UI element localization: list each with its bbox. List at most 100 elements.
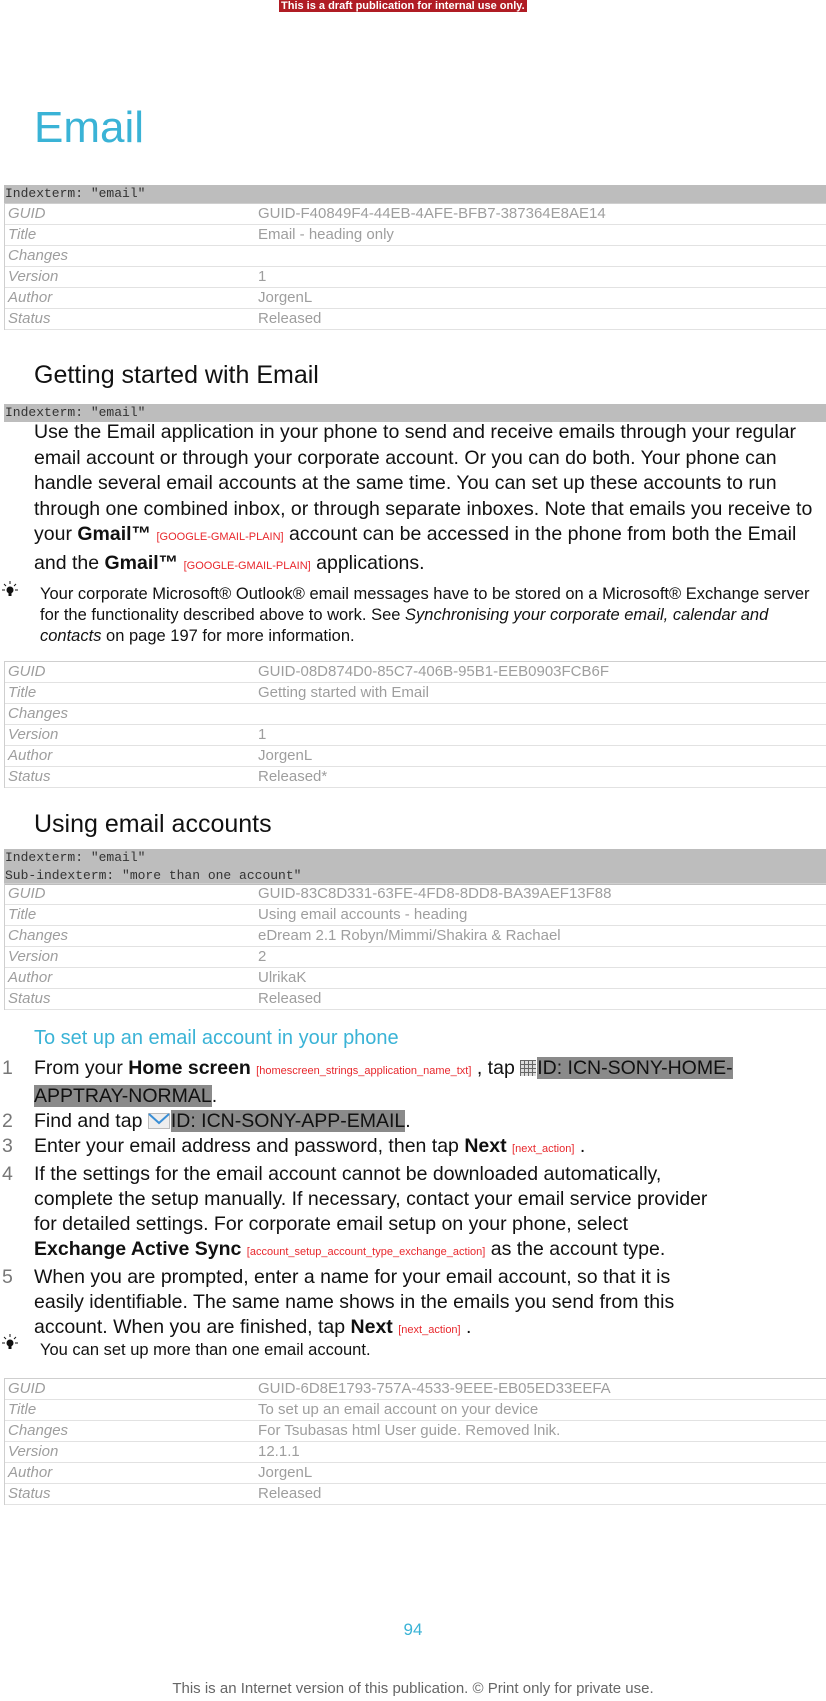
text: From your <box>34 1057 129 1079</box>
index-term: Indexterm: "email" <box>5 186 146 201</box>
meta-key: GUID <box>8 663 46 680</box>
meta-value: Released <box>258 1485 322 1502</box>
draft-banner: This is a draft publication for internal… <box>279 0 527 12</box>
meta-key: Title <box>8 226 37 243</box>
text: on page 197 for more information. <box>101 627 355 645</box>
icon-id-placeholder: ID: ICN-SONY-APP-EMAIL <box>170 1110 406 1132</box>
meta-row: Author JorgenL <box>5 288 826 309</box>
meta-row: Status Released <box>5 1484 826 1505</box>
footer-notice: This is an Internet version of this publ… <box>172 1680 654 1697</box>
meta-row: Author JorgenL <box>5 746 826 767</box>
metadata-table: GUID GUID-6D8E1793-757A-4533-9EEE-EB05ED3… <box>4 1378 826 1505</box>
meta-value: eDream 2.1 Robyn/Mimmi/Shakira & Rachael <box>258 927 561 944</box>
meta-row: Version 2 <box>5 947 826 968</box>
meta-value: 1 <box>258 726 267 743</box>
meta-key: Status <box>8 1485 51 1502</box>
meta-value: GUID-83C8D331-63FE-4FD8-8DD8-BA39AEF13F8… <box>258 885 612 902</box>
meta-key: Changes <box>8 705 69 722</box>
string-tag: [homescreen_strings_application_name_txt… <box>256 1065 472 1077</box>
meta-key: Author <box>8 1464 53 1481</box>
page-title: Email <box>34 103 145 152</box>
meta-row: Version 1 <box>5 267 826 288</box>
meta-value: 12.1.1 <box>258 1443 300 1460</box>
procedure-heading: To set up an email account in your phone <box>34 1027 399 1049</box>
meta-key: Author <box>8 289 53 306</box>
meta-key: Status <box>8 310 51 327</box>
meta-value: Released* <box>258 768 328 785</box>
meta-value: UlrikaK <box>258 969 307 986</box>
step-item: 2 Find and tap ID: ICN-SONY-APP-EMAIL. <box>0 1109 822 1134</box>
text: . <box>460 1316 472 1338</box>
string-tag: [next_action] <box>512 1143 575 1155</box>
step-number: 2 <box>2 1110 13 1132</box>
index-terms: Indexterm: "email" <box>4 185 826 203</box>
meta-key: GUID <box>8 885 46 902</box>
section-heading: Getting started with Email <box>34 361 319 389</box>
index-terms: Indexterm: "email" Sub-indexterm: "more … <box>4 849 826 885</box>
text: as the account type. <box>485 1238 666 1260</box>
meta-row: Changes <box>5 246 826 267</box>
meta-key: Title <box>8 1401 37 1418</box>
index-term: Indexterm: "email" <box>5 850 146 865</box>
meta-value: For Tsubasas html User guide. Removed ln… <box>258 1422 561 1439</box>
text: , tap <box>471 1057 521 1079</box>
meta-key: Version <box>8 948 59 965</box>
meta-row: GUID GUID-08D874D0-85C7-406B-95B1-EEB0903… <box>5 661 826 683</box>
step-number: 3 <box>2 1135 13 1157</box>
meta-row: Version 12.1.1 <box>5 1442 826 1463</box>
meta-value: Email - heading only <box>258 226 394 243</box>
app-tray-grid-icon <box>520 1060 537 1076</box>
ui-term: Next <box>464 1135 507 1157</box>
meta-key: Changes <box>8 927 69 944</box>
body-paragraph: Use the Email application in your phone … <box>34 420 822 579</box>
meta-value: 2 <box>258 948 267 965</box>
gmail-term: Gmail™ <box>77 523 152 545</box>
gmail-term: Gmail™ <box>104 551 179 574</box>
string-tag: [next_action] <box>398 1324 461 1336</box>
meta-row: Title Getting started with Email <box>5 683 826 704</box>
meta-row: GUID GUID-83C8D331-63FE-4FD8-8DD8-BA39AEF… <box>5 883 826 905</box>
step-number: 5 <box>2 1266 13 1288</box>
step-item: 3 Enter your email address and password,… <box>0 1134 822 1162</box>
meta-value: GUID-08D874D0-85C7-406B-95B1-EEB0903FCB6… <box>258 663 610 680</box>
meta-row: Author UlrikaK <box>5 968 826 989</box>
step-item: 5 When you are prompted, enter a name fo… <box>0 1265 822 1343</box>
meta-value: JorgenL <box>258 289 313 306</box>
meta-row: Changes For Tsubasas html User guide. Rem… <box>5 1421 826 1442</box>
meta-key: Version <box>8 268 59 285</box>
meta-value: GUID-F40849F4-44EB-4AFE-BFB7-387364E8AE1… <box>258 205 606 222</box>
meta-row: GUID GUID-F40849F4-44EB-4AFE-BFB7-387364E… <box>5 203 826 225</box>
text: Find and tap <box>34 1110 148 1132</box>
meta-row: Title To set up an email account on your … <box>5 1400 826 1421</box>
meta-key: Title <box>8 684 37 701</box>
meta-value: To set up an email account on your devic… <box>258 1401 539 1418</box>
text: If the settings for the email account ca… <box>34 1163 708 1235</box>
meta-row: Status Released* <box>5 767 826 788</box>
meta-key: GUID <box>8 1380 46 1397</box>
meta-value: Released <box>258 990 322 1007</box>
ui-term: Next <box>350 1316 393 1338</box>
metadata-table: GUID GUID-83C8D331-63FE-4FD8-8DD8-BA39AEF… <box>4 883 826 1010</box>
step-number: 4 <box>2 1163 13 1185</box>
meta-key: Version <box>8 1443 59 1460</box>
meta-value: 1 <box>258 268 267 285</box>
step-item: 4 If the settings for the email account … <box>0 1162 822 1265</box>
meta-value <box>258 246 826 266</box>
tip-note: Your corporate Microsoft® Outlook® email… <box>40 584 822 647</box>
text: . <box>574 1135 586 1157</box>
meta-key: Author <box>8 969 53 986</box>
step-number: 1 <box>2 1057 13 1079</box>
meta-row: Changes eDream 2.1 Robyn/Mimmi/Shakira & … <box>5 926 826 947</box>
meta-key: Status <box>8 768 51 785</box>
text: applications. <box>310 551 425 574</box>
meta-key: Changes <box>8 1422 69 1439</box>
meta-row: Changes <box>5 704 826 725</box>
ui-term: Exchange Active Sync <box>34 1238 242 1260</box>
meta-key: Title <box>8 906 37 923</box>
metadata-table: GUID GUID-F40849F4-44EB-4AFE-BFB7-387364E… <box>4 203 826 330</box>
string-tag: [GOOGLE-GMAIL-PLAIN] <box>183 559 311 572</box>
text: . <box>211 1085 218 1107</box>
text: . <box>405 1110 411 1132</box>
ui-term: Home screen <box>128 1057 251 1079</box>
meta-row: GUID GUID-6D8E1793-757A-4533-9EEE-EB05ED3… <box>5 1378 826 1400</box>
